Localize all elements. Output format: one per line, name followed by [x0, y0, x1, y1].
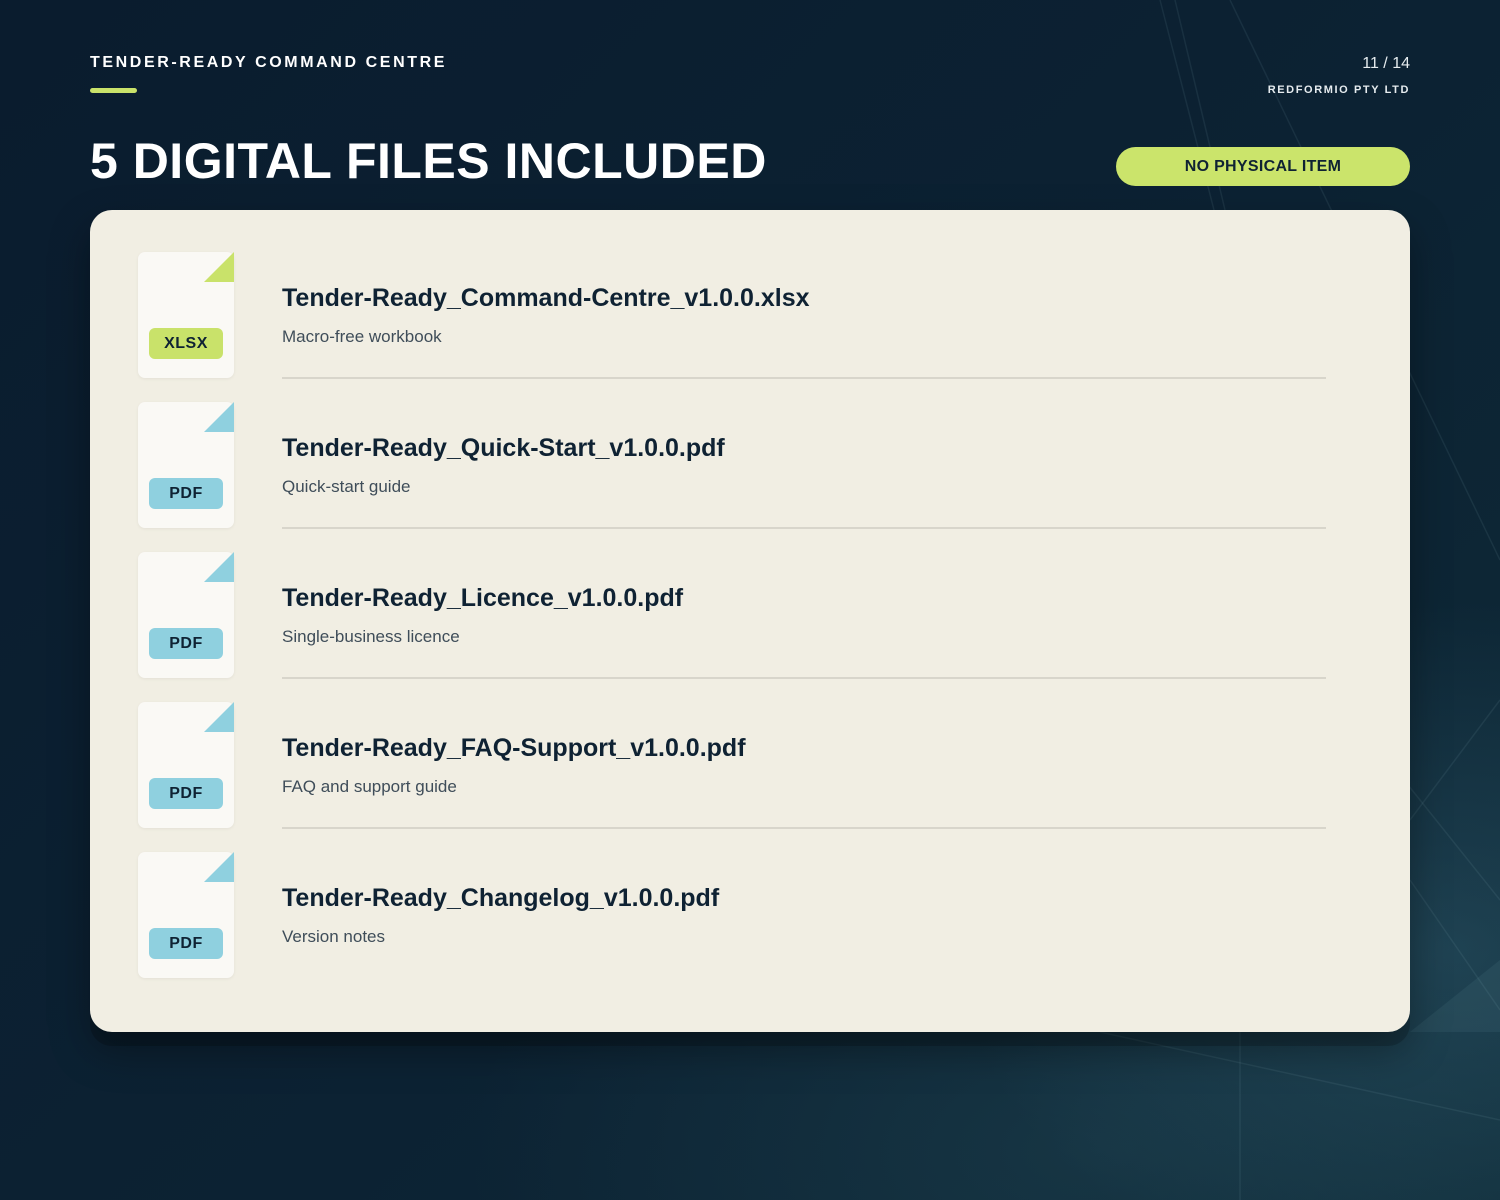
file-row-xlsx[interactable]: XLSX Tender-Ready_Command-Centre_v1.0.0.… — [138, 252, 1326, 379]
row-divider — [282, 827, 1326, 829]
file-corner-fold — [204, 702, 234, 732]
file-corner-fold — [204, 852, 234, 882]
brand-underline-accent — [90, 88, 137, 93]
company-name: REDFORMIO PTY LTD — [1267, 84, 1410, 96]
file-corner-fold — [204, 252, 234, 282]
file-type-tag: PDF — [149, 778, 223, 809]
file-name: Tender-Ready_Licence_v1.0.0.pdf — [282, 584, 684, 612]
spreadsheet-file-icon: XLSX — [138, 252, 234, 378]
file-type-tag: PDF — [149, 478, 223, 509]
file-description: Version notes — [282, 927, 386, 946]
files-card: XLSX Tender-Ready_Command-Centre_v1.0.0.… — [90, 210, 1410, 1032]
file-description: Single-business licence — [282, 627, 460, 646]
pdf-file-icon: PDF — [138, 552, 234, 678]
no-physical-item-badge: NO PHYSICAL ITEM — [1116, 147, 1410, 186]
row-divider — [282, 527, 1326, 529]
file-type-tag: XLSX — [149, 328, 223, 359]
file-corner-fold — [204, 552, 234, 582]
file-name: Tender-Ready_Changelog_v1.0.0.pdf — [282, 884, 720, 912]
file-name: Tender-Ready_FAQ-Support_v1.0.0.pdf — [282, 734, 746, 762]
page-counter: 11 / 14 — [1362, 55, 1410, 72]
file-row-changelog[interactable]: PDF Tender-Ready_Changelog_v1.0.0.pdf Ve… — [138, 852, 1326, 978]
file-name: Tender-Ready_Quick-Start_v1.0.0.pdf — [282, 434, 725, 462]
pdf-file-icon: PDF — [138, 852, 234, 978]
brand-title: TENDER-READY COMMAND CENTRE — [90, 54, 448, 71]
pdf-file-icon: PDF — [138, 702, 234, 828]
file-description: Macro-free workbook — [282, 327, 442, 346]
file-description: Quick-start guide — [282, 477, 411, 496]
file-row-licence[interactable]: PDF Tender-Ready_Licence_v1.0.0.pdf Sing… — [138, 552, 1326, 679]
file-type-tag: PDF — [149, 928, 223, 959]
file-row-quick-start[interactable]: PDF Tender-Ready_Quick-Start_v1.0.0.pdf … — [138, 402, 1326, 529]
row-divider — [282, 677, 1326, 679]
file-corner-fold — [204, 402, 234, 432]
file-type-tag: PDF — [149, 628, 223, 659]
row-divider — [282, 377, 1326, 379]
file-row-faq-support[interactable]: PDF Tender-Ready_FAQ-Support_v1.0.0.pdf … — [138, 702, 1326, 829]
page-title: 5 DIGITAL FILES INCLUDED — [90, 133, 767, 189]
file-name: Tender-Ready_Command-Centre_v1.0.0.xlsx — [282, 284, 810, 312]
file-description: FAQ and support guide — [282, 777, 457, 796]
pdf-file-icon: PDF — [138, 402, 234, 528]
